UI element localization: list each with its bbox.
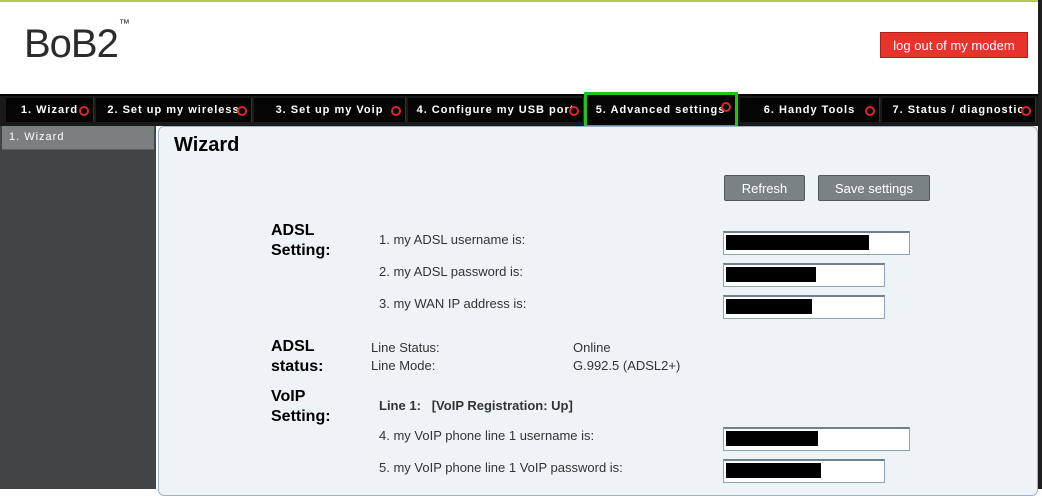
circle-icon [391, 106, 401, 116]
adsl-username-field[interactable] [723, 231, 910, 255]
adsl-password-label: 2. my ADSL password is: [379, 264, 524, 279]
tab-voip[interactable]: 3. Set up my Voip [254, 98, 406, 122]
voip-password-label: 5. my VoIP phone line 1 VoIP password is… [379, 460, 623, 475]
refresh-button[interactable]: Refresh [724, 175, 805, 201]
adsl-setting-heading: ADSL Setting: [271, 222, 331, 259]
circle-icon [721, 102, 731, 112]
window-edge [1038, 0, 1042, 489]
logo-trademark: ™ [118, 17, 130, 30]
wan-ip-field[interactable] [723, 295, 885, 319]
sidebar: 1. Wizard [0, 126, 156, 489]
tab-label: 6. Handy Tools [763, 104, 856, 116]
tab-advanced-settings[interactable]: 5. Advanced settings [584, 92, 738, 128]
tab-label: 5. Advanced settings [595, 104, 726, 116]
circle-icon [569, 106, 579, 116]
redaction-mask [726, 267, 816, 282]
top-accent-line [0, 0, 1042, 2]
tab-label: 1. Wizard [20, 104, 79, 116]
redaction-mask [726, 299, 812, 314]
line-status-value: Online [573, 340, 611, 355]
bob2-logo: BoB2™ [24, 18, 130, 67]
sidebar-item-wizard[interactable]: 1. Wizard [2, 126, 154, 150]
adsl-status-heading: ADSL status: [271, 338, 324, 375]
adsl-username-label: 1. my ADSL username is: [379, 232, 526, 247]
voip-line-header: Line 1: [VoIP Registration: Up] [379, 398, 573, 413]
page-title: Wizard [174, 134, 240, 156]
circle-icon [79, 106, 89, 116]
tab-handy-tools[interactable]: 6. Handy Tools [740, 98, 880, 122]
tab-label: 4. Configure my USB port [416, 104, 575, 116]
voip-password-field[interactable] [723, 459, 885, 483]
save-settings-button[interactable]: Save settings [818, 175, 930, 201]
circle-icon [1021, 106, 1031, 116]
voip-username-field[interactable] [723, 427, 910, 451]
logout-button[interactable]: log out of my modem [880, 32, 1028, 58]
line-status-label: Line Status: [371, 340, 440, 355]
redaction-mask [726, 431, 818, 446]
adsl-password-field[interactable] [723, 263, 885, 287]
tab-usb[interactable]: 4. Configure my USB port [408, 98, 584, 122]
tab-status-diagnostic[interactable]: 7. Status / diagnostic [882, 98, 1036, 122]
wan-ip-label: 3. my WAN IP address is: [379, 296, 527, 311]
redaction-mask [726, 463, 821, 478]
tab-wizard[interactable]: 1. Wizard [6, 98, 94, 122]
line-mode-value: G.992.5 (ADSL2+) [573, 358, 681, 373]
redaction-mask [726, 235, 869, 250]
logo-text: BoB2 [24, 22, 119, 66]
circle-icon [865, 106, 875, 116]
tab-label: 2. Set up my wireless [107, 104, 240, 116]
tab-label: 7. Status / diagnostic [892, 104, 1025, 116]
tab-label: 3. Set up my Voip [275, 104, 384, 116]
main-nav: 1. Wizard 2. Set up my wireless 3. Set u… [0, 92, 1038, 128]
voip-setting-heading: VoIP Setting: [271, 388, 331, 425]
tab-wireless[interactable]: 2. Set up my wireless [96, 98, 252, 122]
line-mode-label: Line Mode: [371, 358, 436, 373]
voip-username-label: 4. my VoIP phone line 1 username is: [379, 428, 595, 443]
circle-icon [237, 106, 247, 116]
